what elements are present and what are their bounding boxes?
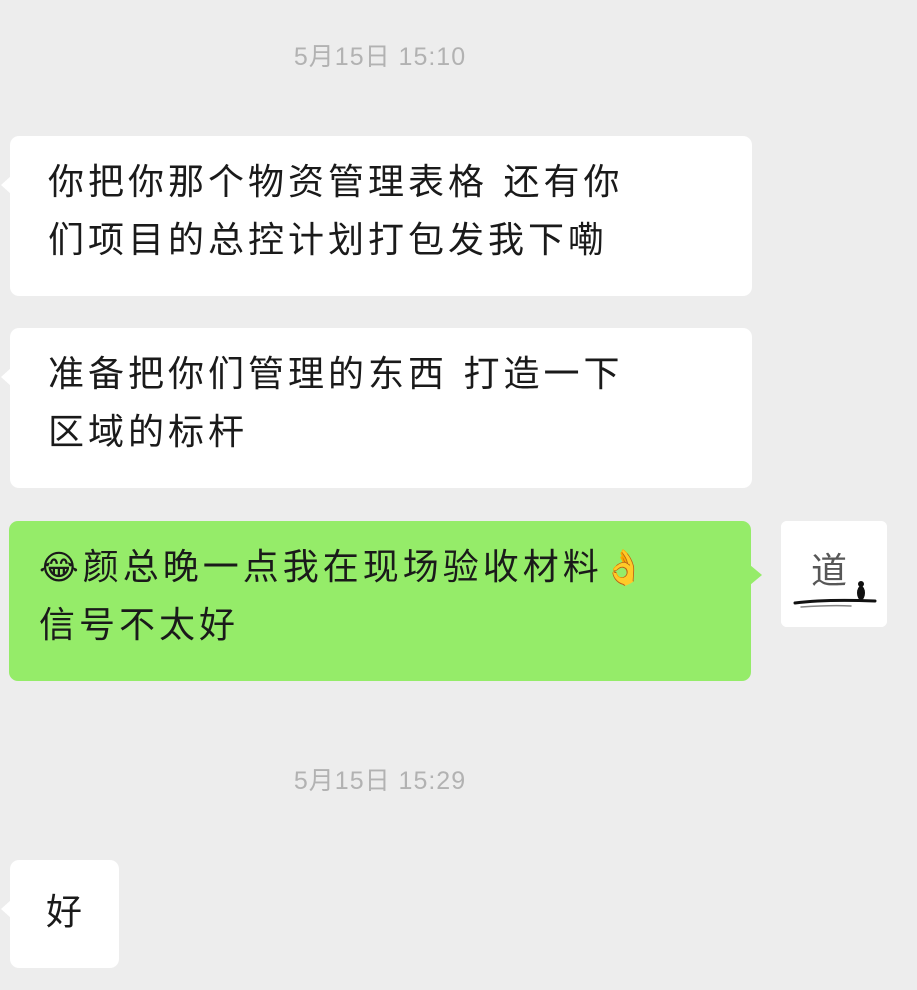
timestamp: 5月15日 15:29 — [293, 767, 467, 795]
incoming-message-bubble[interactable]: 准备把你们管理的东西 打造一下 区域的标杆 — [1, 328, 752, 488]
message-text-line: 😂颜总晚一点我在现场验收材料👌 — [39, 539, 721, 597]
message-text-line: 准备把你们管理的东西 打造一下 — [48, 354, 624, 395]
avatar-glyph: 道 — [811, 551, 847, 592]
tears-of-joy-emoji-icon: 😂 — [39, 548, 83, 588]
message-text-line: 你把你那个物资管理表格 还有你 — [48, 162, 624, 203]
timestamp: 5月15日 15:10 — [293, 43, 467, 71]
avatar[interactable]: 道 — [781, 521, 887, 627]
ok-hand-emoji-icon: 👌 — [602, 548, 650, 588]
message-text-line: 们项目的总控计划打包发我下嘞 — [48, 220, 609, 261]
incoming-message-bubble[interactable]: 好 — [1, 860, 119, 968]
message-text-line: 好 — [46, 892, 87, 933]
outgoing-message-bubble[interactable]: 😂颜总晚一点我在现场验收材料👌 信号不太好 — [9, 521, 762, 681]
message-text: 颜总晚一点我在现场验收材料 — [82, 547, 603, 588]
message-text-line: 信号不太好 — [39, 605, 240, 646]
incoming-message-bubble[interactable]: 你把你那个物资管理表格 还有你 们项目的总控计划打包发我下嘞 — [1, 136, 752, 296]
message-text-line: 区域的标杆 — [48, 412, 249, 453]
calligraphy-avatar-icon: 道 — [781, 521, 887, 627]
